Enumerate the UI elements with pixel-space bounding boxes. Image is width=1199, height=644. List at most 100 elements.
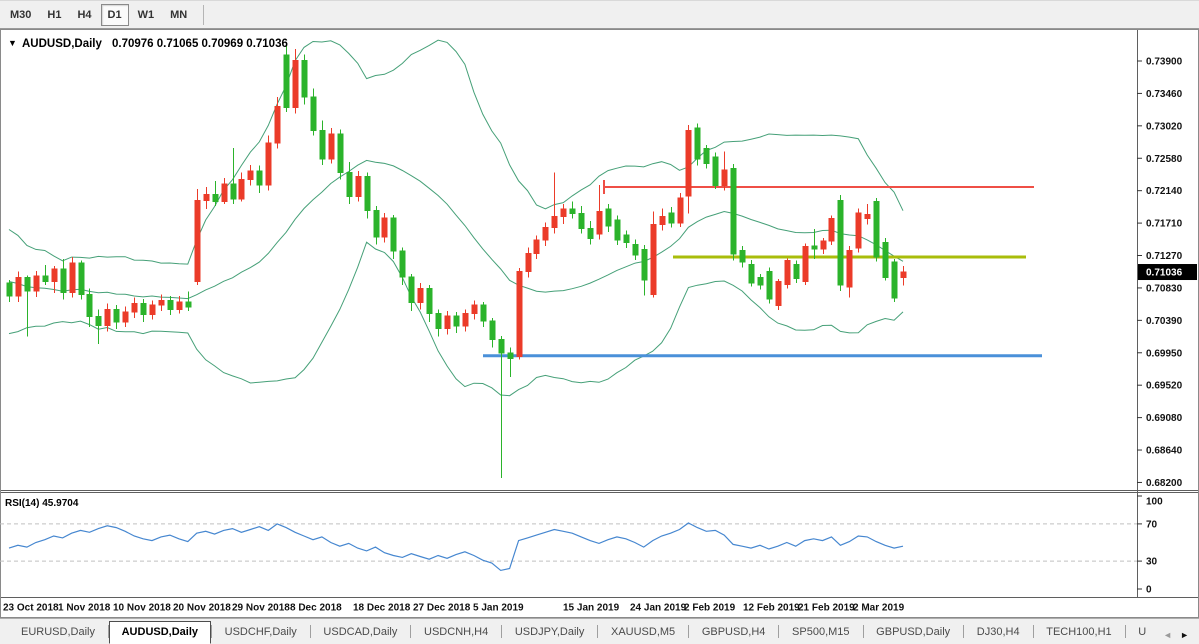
candle-body bbox=[222, 184, 227, 202]
candle-body bbox=[266, 143, 271, 185]
candle bbox=[785, 258, 790, 288]
candle-body bbox=[588, 228, 593, 238]
candle-body bbox=[177, 302, 182, 309]
candle-body bbox=[275, 107, 280, 143]
timeframe-toolbar: M30H1H4D1W1MN bbox=[0, 0, 1199, 29]
toolbar-separator bbox=[203, 5, 204, 25]
price-tick-label: 0.69950 bbox=[1146, 348, 1183, 359]
candle-body bbox=[96, 317, 101, 326]
candle-body bbox=[141, 303, 146, 314]
candle-body bbox=[821, 241, 826, 249]
tab-tech100-h1[interactable]: TECH100,H1 bbox=[1033, 621, 1124, 644]
tab-xauusd-m5[interactable]: XAUUSD,M5 bbox=[598, 621, 688, 644]
tab-scroll-controls: ◄ ► bbox=[1159, 630, 1199, 644]
candle bbox=[883, 238, 888, 281]
candle bbox=[695, 124, 700, 166]
tab-dj30-h4[interactable]: DJ30,H4 bbox=[964, 621, 1033, 644]
tab-audusd-daily[interactable]: AUDUSD,Daily bbox=[109, 621, 211, 644]
candle-body bbox=[561, 209, 566, 216]
chart-window: ▼AUDUSD,Daily0.70976 0.71065 0.70969 0.7… bbox=[0, 29, 1199, 618]
date-label: 18 Dec 2018 bbox=[353, 603, 411, 614]
candle-body bbox=[517, 272, 522, 357]
tab-eurusd-daily[interactable]: EURUSD,Daily bbox=[8, 621, 108, 644]
date-label: 24 Jan 2019 bbox=[630, 603, 687, 614]
chart-canvas[interactable]: ▼AUDUSD,Daily0.70976 0.71065 0.70969 0.7… bbox=[0, 29, 1199, 618]
date-label: 23 Oct 2018 bbox=[3, 603, 59, 614]
rsi-tick-label: 30 bbox=[1146, 557, 1158, 568]
price-tick-label: 0.73460 bbox=[1146, 89, 1183, 100]
candle-body bbox=[168, 300, 173, 309]
rsi-tick-label: 70 bbox=[1146, 519, 1158, 530]
timeframe-button-m30[interactable]: M30 bbox=[3, 4, 38, 26]
price-tick-label: 0.69080 bbox=[1146, 413, 1183, 424]
tab-usdjpy-daily[interactable]: USDJPY,Daily bbox=[502, 621, 598, 644]
candle-body bbox=[311, 97, 316, 130]
candle bbox=[749, 260, 754, 287]
price-tick-label: 0.72140 bbox=[1146, 186, 1183, 197]
candle-body bbox=[284, 55, 289, 107]
price-tick-label: 0.70830 bbox=[1146, 283, 1183, 294]
timeframe-button-h1[interactable]: H1 bbox=[40, 4, 68, 26]
candle-body bbox=[418, 289, 423, 303]
chart-title: ▼AUDUSD,Daily0.70976 0.71065 0.70969 0.7… bbox=[8, 38, 288, 50]
candle-body bbox=[34, 276, 39, 291]
candle-body bbox=[678, 198, 683, 223]
candle-body bbox=[722, 170, 727, 185]
candle-body bbox=[579, 214, 584, 229]
date-label: 20 Nov 2018 bbox=[173, 603, 231, 614]
candle-body bbox=[847, 250, 852, 287]
candle-body bbox=[874, 202, 879, 257]
candle bbox=[338, 130, 343, 180]
candle bbox=[70, 257, 75, 298]
candle-body bbox=[293, 60, 298, 107]
tab-u[interactable]: U bbox=[1125, 621, 1159, 644]
candle-body bbox=[883, 242, 888, 277]
candle-body bbox=[186, 302, 191, 307]
candle-body bbox=[347, 172, 352, 196]
date-label: 15 Jan 2019 bbox=[563, 603, 620, 614]
rsi-pane[interactable] bbox=[0, 493, 1137, 597]
candle bbox=[776, 279, 781, 310]
tab-gbpusd-h4[interactable]: GBPUSD,H4 bbox=[689, 621, 779, 644]
candle-body bbox=[356, 177, 361, 197]
rsi-tick-label: 100 bbox=[1146, 497, 1163, 508]
tab-usdcnh-h4[interactable]: USDCNH,H4 bbox=[411, 621, 501, 644]
candle bbox=[302, 54, 307, 104]
price-tick-label: 0.68640 bbox=[1146, 446, 1183, 457]
date-axis[interactable]: 23 Oct 20181 Nov 201810 Nov 201820 Nov 2… bbox=[3, 603, 905, 614]
tab-gbpusd-daily[interactable]: GBPUSD,Daily bbox=[863, 621, 963, 644]
candle bbox=[651, 211, 656, 297]
candle-body bbox=[794, 264, 799, 278]
date-label: 8 Dec 2018 bbox=[290, 603, 342, 614]
tab-sp500-m15[interactable]: SP500,M15 bbox=[779, 621, 862, 644]
date-label: 10 Nov 2018 bbox=[113, 603, 171, 614]
candle-body bbox=[239, 180, 244, 199]
candle-body bbox=[731, 169, 736, 254]
symbol-dropdown-icon[interactable]: ▼ bbox=[8, 38, 17, 48]
timeframe-button-w1[interactable]: W1 bbox=[131, 4, 162, 26]
tab-usdcad-daily[interactable]: USDCAD,Daily bbox=[310, 621, 410, 644]
timeframe-button-d1[interactable]: D1 bbox=[101, 4, 129, 26]
candle-body bbox=[195, 200, 200, 281]
candle-body bbox=[490, 321, 495, 339]
candle bbox=[856, 208, 861, 252]
candle-body bbox=[79, 263, 84, 295]
candle-body bbox=[615, 220, 620, 240]
price-tick-label: 0.73900 bbox=[1146, 57, 1183, 68]
timeframe-button-mn[interactable]: MN bbox=[163, 4, 194, 26]
main-chart-pane[interactable] bbox=[0, 30, 1137, 490]
candle bbox=[838, 195, 843, 291]
date-label: 12 Feb 2019 bbox=[743, 603, 800, 614]
tab-usdchf-daily[interactable]: USDCHF,Daily bbox=[212, 621, 310, 644]
timeframe-button-h4[interactable]: H4 bbox=[70, 4, 98, 26]
tab-scroll-left-icon[interactable]: ◄ bbox=[1163, 630, 1172, 640]
candle-body bbox=[257, 171, 262, 185]
price-tick-label: 0.71270 bbox=[1146, 251, 1183, 262]
candle-body bbox=[454, 316, 459, 326]
candle-body bbox=[785, 261, 790, 285]
candle-body bbox=[624, 235, 629, 242]
candle-body bbox=[302, 60, 307, 97]
tab-scroll-right-icon[interactable]: ► bbox=[1180, 630, 1189, 640]
timeframe-buttons: M30H1H4D1W1MN bbox=[0, 4, 195, 26]
candle bbox=[874, 198, 879, 261]
